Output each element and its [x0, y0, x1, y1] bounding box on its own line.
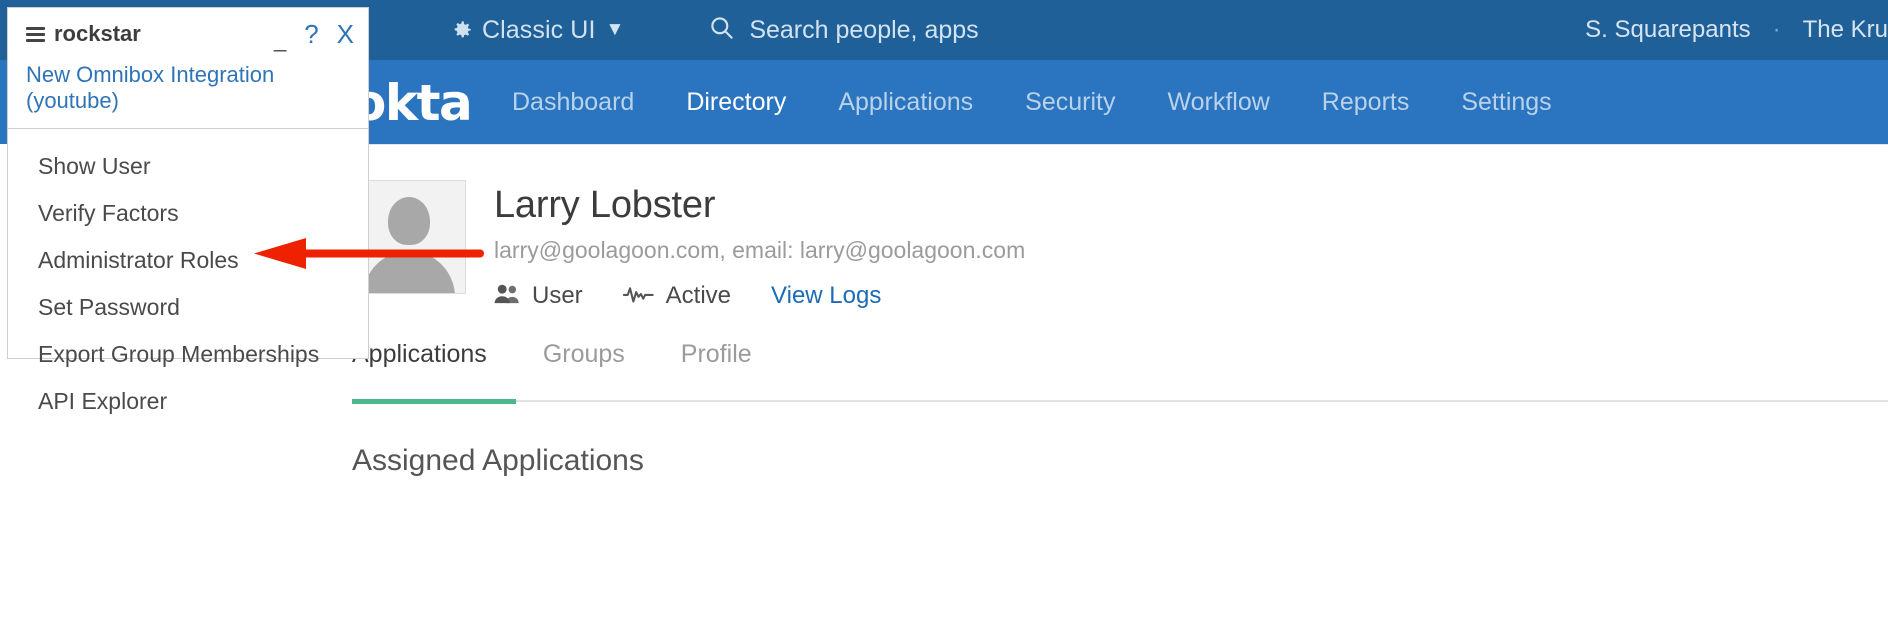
profile-meta-row: User Active View Logs [494, 282, 1025, 310]
menu-item-api-explorer[interactable]: API Explorer [8, 378, 368, 425]
nav-item-settings[interactable]: Settings [1461, 60, 1551, 144]
screenshot-root: Classic UI ▼ Search people, apps S. Squa… [0, 0, 1888, 620]
extension-announcement-link[interactable]: New Omnibox Integration (youtube) [8, 60, 368, 128]
extension-window-controls: _ ? X [274, 19, 354, 50]
menu-item-set-password[interactable]: Set Password [8, 284, 368, 331]
avatar-body-shape [363, 251, 455, 294]
profile-subtitle: larry@goolagoon.com, email: larry@goolag… [494, 237, 1025, 264]
tab-applications[interactable]: Applications [352, 340, 487, 387]
menu-item-show-user[interactable]: Show User [8, 143, 368, 190]
chevron-down-icon[interactable]: ▼ [606, 19, 625, 41]
tab-profile[interactable]: Profile [681, 340, 752, 387]
minimize-icon[interactable]: _ [274, 27, 286, 53]
nav-item-security[interactable]: Security [1025, 60, 1115, 144]
view-logs-link[interactable]: View Logs [771, 282, 881, 310]
user-profile-header: Larry Lobster larry@goolagoon.com, email… [352, 180, 1025, 310]
topbar-right-group: S. Squarepants · The Kru [1585, 0, 1888, 60]
active-tab-indicator [352, 399, 516, 404]
okta-logo[interactable]: okta [352, 74, 471, 132]
status-badge: Active [623, 282, 731, 310]
help-icon[interactable]: ? [304, 19, 318, 50]
avatar-head-shape [388, 197, 430, 245]
menu-item-administrator-roles[interactable]: Administrator Roles [8, 237, 368, 284]
account-user-label[interactable]: S. Squarepants [1585, 16, 1750, 44]
user-type-label: User [532, 282, 583, 310]
page-title: Larry Lobster [494, 184, 1025, 227]
menu-item-verify-factors[interactable]: Verify Factors [8, 190, 368, 237]
extension-header: rockstar _ ? X [8, 8, 368, 60]
topbar-separator: · [1773, 16, 1781, 44]
nav-item-reports[interactable]: Reports [1322, 60, 1410, 144]
search-icon [708, 14, 735, 46]
tab-groups[interactable]: Groups [543, 340, 625, 387]
avatar [352, 180, 466, 294]
menu-item-export-group-memberships[interactable]: Export Group Memberships [8, 331, 368, 378]
gear-icon[interactable] [448, 17, 474, 43]
status-label: Active [666, 282, 731, 310]
ui-mode-label[interactable]: Classic UI [482, 16, 596, 45]
content-top-divider [352, 144, 1888, 145]
topbar-left-group: Classic UI ▼ Search people, apps [448, 14, 979, 46]
profile-tabs: Applications Groups Profile [352, 340, 808, 387]
rockstar-extension-panel: rockstar _ ? X New Omnibox Integration (… [7, 7, 369, 359]
close-icon[interactable]: X [337, 19, 354, 50]
extension-menu: Show User Verify Factors Administrator R… [8, 129, 368, 443]
activity-pulse-icon [623, 284, 655, 309]
nav-item-dashboard[interactable]: Dashboard [512, 60, 634, 144]
nav-item-applications[interactable]: Applications [838, 60, 973, 144]
hamburger-menu-icon[interactable] [26, 27, 45, 42]
nav-item-directory[interactable]: Directory [686, 60, 786, 144]
org-name-label[interactable]: The Kru [1803, 16, 1888, 44]
nav-item-workflow[interactable]: Workflow [1167, 60, 1269, 144]
user-type: User [494, 282, 583, 310]
profile-info: Larry Lobster larry@goolagoon.com, email… [494, 180, 1025, 310]
extension-title: rockstar [54, 21, 141, 47]
okta-nav-items: Dashboard Directory Applications Securit… [512, 60, 1604, 144]
section-title-assigned-applications: Assigned Applications [352, 444, 644, 478]
tabs-bottom-rule [352, 400, 1888, 402]
users-icon [494, 283, 521, 310]
global-search[interactable]: Search people, apps [708, 14, 978, 46]
search-input[interactable]: Search people, apps [749, 16, 978, 45]
